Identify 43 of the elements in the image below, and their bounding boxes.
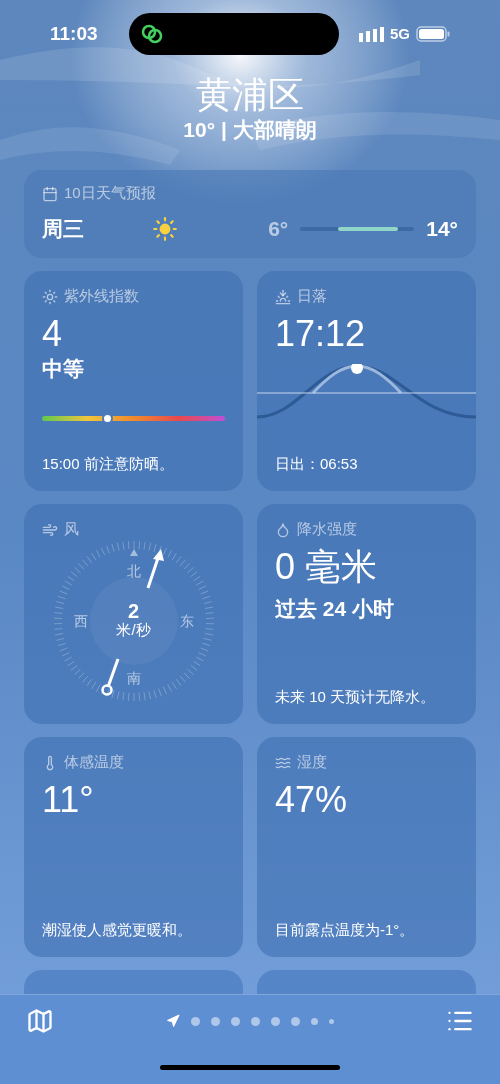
map-button[interactable] bbox=[26, 1007, 54, 1035]
high-temp: 14° bbox=[426, 215, 458, 242]
card-title: 风 bbox=[64, 519, 79, 540]
uv-level-label: 中等 bbox=[42, 355, 85, 382]
feels-like-note: 潮湿使人感觉更暖和。 bbox=[42, 919, 193, 940]
precip-amount: 0 毫米 bbox=[275, 548, 379, 585]
location-page-icon[interactable] bbox=[166, 1014, 180, 1028]
forecast-day: 周三 bbox=[42, 212, 152, 245]
sun-icon bbox=[42, 288, 58, 305]
card-title: 降水强度 bbox=[297, 519, 357, 540]
droplet-icon bbox=[275, 521, 291, 538]
card-title: 体感温度 bbox=[64, 752, 124, 773]
compass-direction: 南 bbox=[126, 668, 141, 688]
precip-note: 未来 10 天预计无降水。 bbox=[275, 686, 437, 707]
uv-value: 4 bbox=[42, 315, 64, 352]
humidity-value: 47% bbox=[275, 781, 349, 818]
card-title: 10日天气预报 bbox=[64, 183, 156, 204]
battery-icon bbox=[416, 26, 450, 42]
calendar-icon bbox=[42, 185, 58, 202]
compass-direction: 东 bbox=[179, 611, 194, 631]
sun-icon bbox=[152, 215, 178, 242]
card-title: 紫外线指数 bbox=[64, 286, 139, 307]
location-name: 黄浦区 bbox=[196, 73, 304, 117]
feels-like-value: 11° bbox=[42, 781, 95, 818]
wind-unit: 米/秒 bbox=[116, 621, 151, 641]
sunset-icon bbox=[275, 288, 291, 305]
wind-speed: 2 bbox=[127, 601, 140, 622]
weather-summary: 10° | 大部晴朗 bbox=[183, 117, 317, 143]
precip-period: 过去 24 小时 bbox=[275, 595, 396, 622]
wind-icon bbox=[42, 521, 58, 538]
sunrise-time: 日出：06:53 bbox=[275, 453, 359, 474]
card-title: 湿度 bbox=[297, 752, 327, 773]
low-temp: 6° bbox=[268, 215, 289, 242]
sunset-time: 17:12 bbox=[275, 315, 367, 352]
signal-icon bbox=[358, 26, 384, 42]
status-time: 11:03 bbox=[50, 21, 99, 46]
compass-direction: 西 bbox=[73, 611, 88, 631]
humidity-note: 目前露点温度为-1°。 bbox=[275, 919, 416, 940]
card-title: 日落 bbox=[297, 286, 327, 307]
network-label: 5G bbox=[389, 23, 410, 44]
uv-note: 15:00 前注意防晒。 bbox=[42, 453, 175, 474]
wind-tail-icon bbox=[99, 656, 122, 697]
compass-direction: 北 bbox=[126, 561, 141, 581]
